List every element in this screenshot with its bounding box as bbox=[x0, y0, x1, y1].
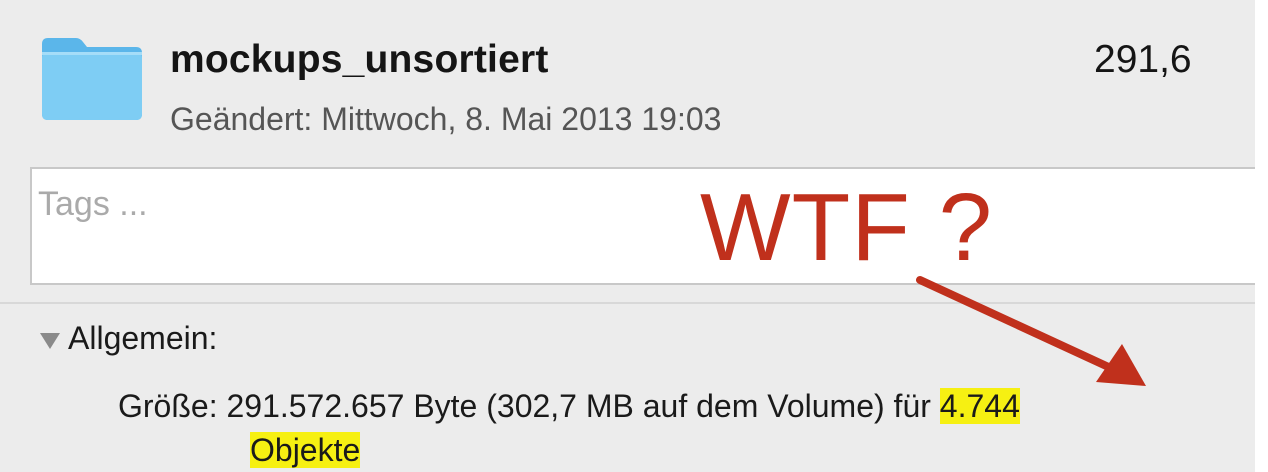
tags-field[interactable] bbox=[30, 167, 1255, 285]
size-info-continued: Objekte bbox=[250, 432, 361, 469]
section-general-label[interactable]: Allgemein: bbox=[68, 320, 217, 357]
window-edge bbox=[1255, 0, 1268, 472]
size-text: 291.572.657 Byte (302,7 MB auf dem Volum… bbox=[226, 388, 931, 424]
disclosure-triangle-icon[interactable] bbox=[40, 333, 60, 349]
modified-date: Geändert: Mittwoch, 8. Mai 2013 19:03 bbox=[170, 101, 722, 137]
header-size: 291,6 bbox=[1094, 38, 1192, 81]
annotation-text: WTF ? bbox=[700, 174, 993, 281]
size-label: Größe: bbox=[118, 388, 218, 424]
tags-input[interactable] bbox=[38, 185, 638, 224]
arrow-icon bbox=[916, 276, 1146, 386]
object-word-highlight: Objekte bbox=[250, 432, 361, 468]
size-info: Größe: 291.572.657 Byte (302,7 MB auf de… bbox=[118, 388, 1020, 425]
file-name: mockups_unsortiert bbox=[170, 38, 549, 81]
folder-icon bbox=[42, 38, 142, 120]
info-panel: mockups_unsortiert Geändert: Mittwoch, 8… bbox=[0, 0, 1255, 472]
